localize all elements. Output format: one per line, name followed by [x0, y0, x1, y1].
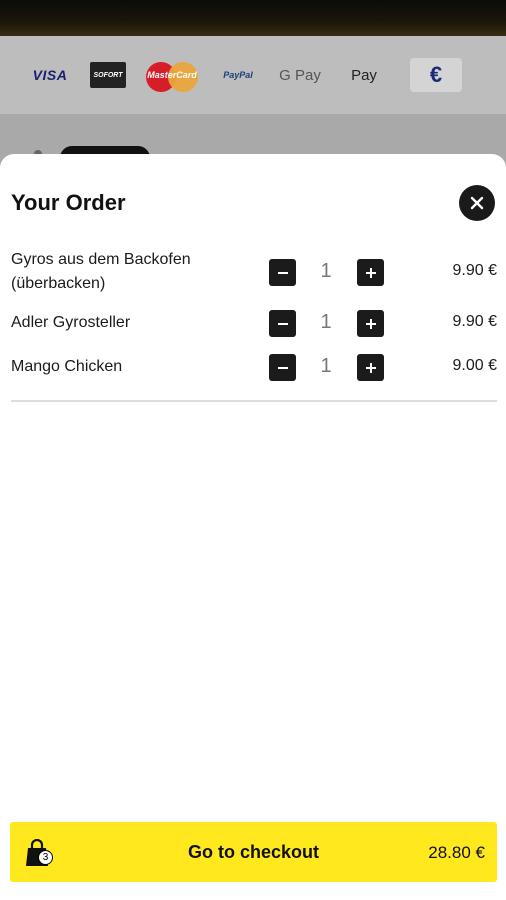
item-price: 9.90 € [452, 313, 497, 330]
item-quantity: 1 [320, 355, 332, 377]
visa-logo: VISA [32, 67, 68, 83]
item-price: 9.90 € [452, 262, 497, 279]
plus-icon [365, 318, 376, 329]
google-pay-logo: G Pay [279, 66, 321, 84]
restaurant-header-image [0, 0, 506, 36]
mastercard-logo: MasterCard [146, 58, 198, 92]
cash-euro-icon: € [410, 58, 462, 92]
item-price: 9.00 € [452, 357, 497, 374]
minus-icon [277, 366, 288, 369]
order-item: Adler Gyrosteller 1 9.90 € [11, 310, 497, 341]
plus-icon [365, 362, 376, 373]
order-title: Your Order [11, 190, 126, 215]
decrease-quantity-button[interactable] [269, 354, 296, 381]
plus-icon [365, 267, 376, 278]
close-icon [470, 196, 484, 210]
decrease-quantity-button[interactable] [269, 310, 296, 337]
mastercard-label: MasterCard [147, 70, 197, 80]
checkout-label: Go to checkout [187, 842, 319, 862]
close-button[interactable] [459, 185, 495, 221]
paypal-logo: PayPal [223, 70, 253, 80]
payment-methods-strip: VISA SOFORT MasterCard PayPal G Pay Pay … [0, 36, 506, 114]
item-name: Mango Chicken [11, 358, 123, 375]
order-divider [11, 400, 497, 402]
screen: VISA SOFORT MasterCard PayPal G Pay Pay … [0, 0, 506, 900]
minus-icon [277, 322, 288, 325]
checkout-button[interactable]: 3 Go to checkout 28.80 € [10, 822, 497, 882]
minus-icon [277, 271, 288, 274]
item-quantity: 1 [320, 260, 332, 282]
increase-quantity-button[interactable] [357, 310, 384, 337]
item-name: Adler Gyrosteller [11, 314, 131, 331]
item-quantity: 1 [320, 311, 332, 333]
sofort-logo: SOFORT [90, 62, 126, 88]
order-item: Gyros aus dem Backofen (überbacken) 1 9.… [11, 248, 497, 298]
apple-pay-logo: Pay [351, 66, 377, 84]
order-item: Mango Chicken 1 9.00 € [11, 354, 497, 385]
order-sheet: Your Order Gyros aus dem Backofen (überb… [0, 154, 506, 900]
increase-quantity-button[interactable] [357, 354, 384, 381]
decrease-quantity-button[interactable] [269, 259, 296, 286]
checkout-total: 28.80 € [428, 843, 485, 862]
increase-quantity-button[interactable] [357, 259, 384, 286]
item-name: Gyros aus dem Backofen (überbacken) [11, 251, 191, 292]
